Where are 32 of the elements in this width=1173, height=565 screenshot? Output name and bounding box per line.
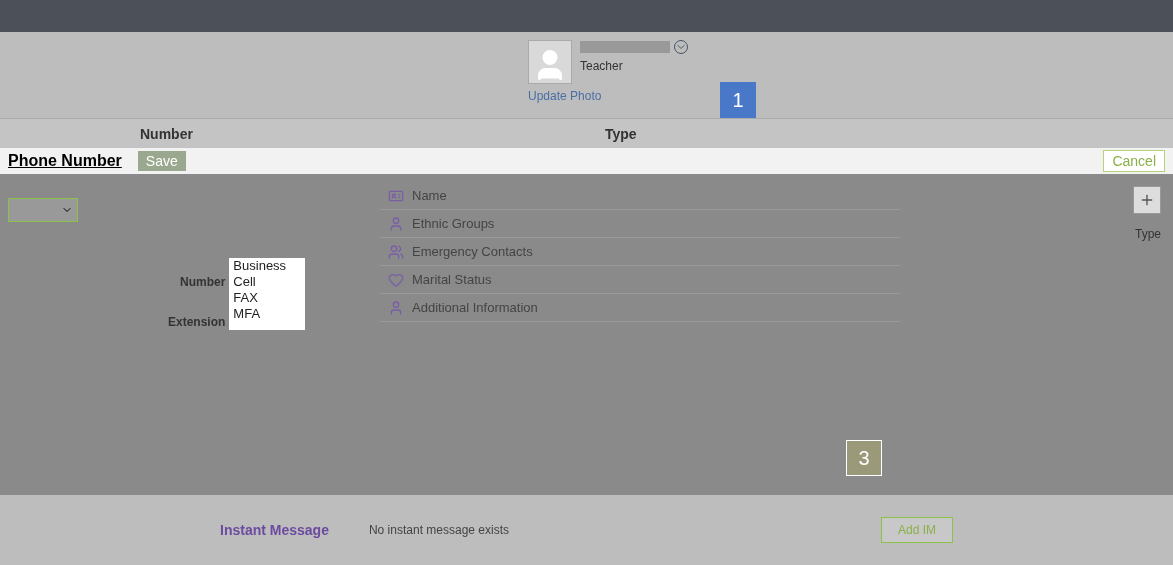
section-title: Instant Message	[220, 521, 329, 540]
dropdown-option[interactable]: FAX	[233, 290, 302, 306]
dropdown-option[interactable]: MFA	[233, 306, 302, 322]
field-label: Type	[1135, 226, 1161, 242]
menu-item[interactable]: Additional Information	[380, 294, 900, 322]
person-icon	[388, 215, 404, 232]
empty-message: No instant message exists	[368, 522, 509, 538]
menu-item[interactable]: Name	[380, 182, 900, 210]
person-icon	[388, 299, 404, 316]
menu-item[interactable]: Emergency Contacts	[380, 238, 900, 266]
dropdown-option[interactable]: Business	[233, 258, 302, 274]
dropdown-option[interactable]: Cell	[233, 274, 302, 290]
save-button[interactable]: Save	[137, 151, 186, 171]
plus-icon	[1139, 192, 1155, 208]
people-icon	[388, 243, 404, 260]
field-label: Extension	[168, 314, 226, 330]
column-header: Number	[140, 124, 193, 144]
menu-item[interactable]: Marital Status	[380, 266, 900, 294]
add-im-button[interactable]: Add IM	[881, 517, 953, 543]
update-photo-link[interactable]: Update Photo	[528, 88, 688, 104]
dialog-title: Phone Number	[8, 151, 122, 171]
field-label: Number	[180, 274, 226, 290]
column-header: Type	[604, 124, 637, 144]
heart-icon	[388, 271, 404, 288]
cancel-button[interactable]: Cancel	[1103, 150, 1165, 172]
role-text: Teacher	[580, 58, 624, 74]
callout-badge: 1	[720, 82, 756, 118]
avatar-icon	[528, 40, 572, 84]
menu-item[interactable]: Ethnic Groups	[380, 210, 900, 238]
callout-badge: 3	[846, 440, 882, 476]
add-button[interactable]	[1133, 186, 1161, 214]
select-field[interactable]	[8, 198, 78, 222]
